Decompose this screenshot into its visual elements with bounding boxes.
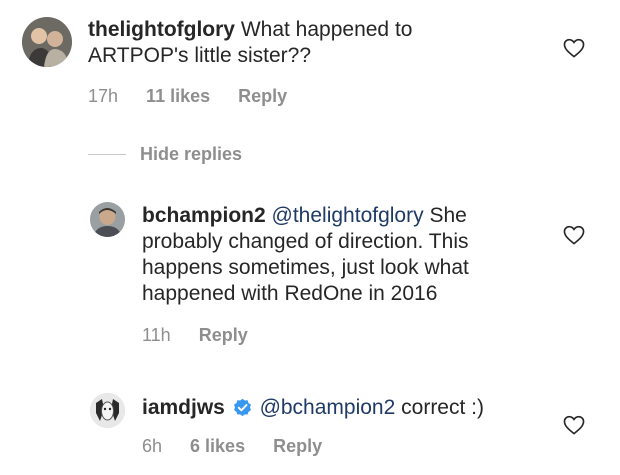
avatar[interactable] [90, 393, 125, 428]
avatar-photo-icon [90, 202, 125, 237]
hide-replies-toggle[interactable]: Hide replies [88, 144, 242, 165]
like-heart-icon[interactable] [563, 225, 585, 245]
reply-text: bchampion2 @thelightofglory She probably… [142, 203, 469, 307]
avatar[interactable] [22, 17, 72, 67]
avatar[interactable] [90, 202, 125, 237]
reply-button[interactable]: Reply [199, 325, 248, 346]
reply-time: 6h [142, 436, 163, 456]
comment-username[interactable]: thelightofglory [88, 18, 235, 41]
reply-body-line2: probably changed of direction. This [142, 230, 469, 253]
reply-meta: 6h 6 likes Reply [142, 436, 322, 457]
comment-likes[interactable]: 11 likes [146, 86, 210, 107]
reply-body-line4: happened with RedOne in 2016 [142, 282, 438, 305]
like-heart-icon[interactable] [563, 415, 585, 435]
reply-time: 11h [142, 325, 171, 345]
reply-body-line1: correct :) [401, 396, 484, 419]
reply-button[interactable]: Reply [273, 436, 322, 457]
mention-link[interactable]: @bchampion2 [260, 396, 396, 419]
divider-line [88, 154, 126, 155]
comment-time: 17h [88, 86, 119, 106]
like-heart-icon[interactable] [563, 38, 585, 58]
comment-body-line1: What happened to [240, 18, 413, 41]
reply-body-line1: She [429, 204, 467, 227]
comment-text: thelightofglory What happened to ARTPOP'… [88, 17, 412, 69]
reply-text: iamdjws @bchampion2 correct :) [142, 395, 484, 421]
reply-username[interactable]: bchampion2 [142, 204, 266, 227]
reply-meta: 11h Reply [142, 325, 248, 346]
reply-body-line3: happens sometimes, just look what [142, 256, 469, 279]
reply-username[interactable]: iamdjws [142, 396, 225, 419]
avatar-photo-icon [22, 17, 72, 67]
avatar-photo-icon [90, 393, 125, 428]
hide-replies-label: Hide replies [140, 144, 243, 164]
comment-meta: 17h 11 likes Reply [88, 86, 287, 107]
reply-button[interactable]: Reply [238, 86, 287, 107]
reply-likes[interactable]: 6 likes [190, 436, 245, 457]
comment-body-line2: ARTPOP's little sister?? [88, 44, 312, 67]
verified-badge-icon [233, 398, 252, 417]
mention-link[interactable]: @thelightofglory [272, 204, 424, 227]
